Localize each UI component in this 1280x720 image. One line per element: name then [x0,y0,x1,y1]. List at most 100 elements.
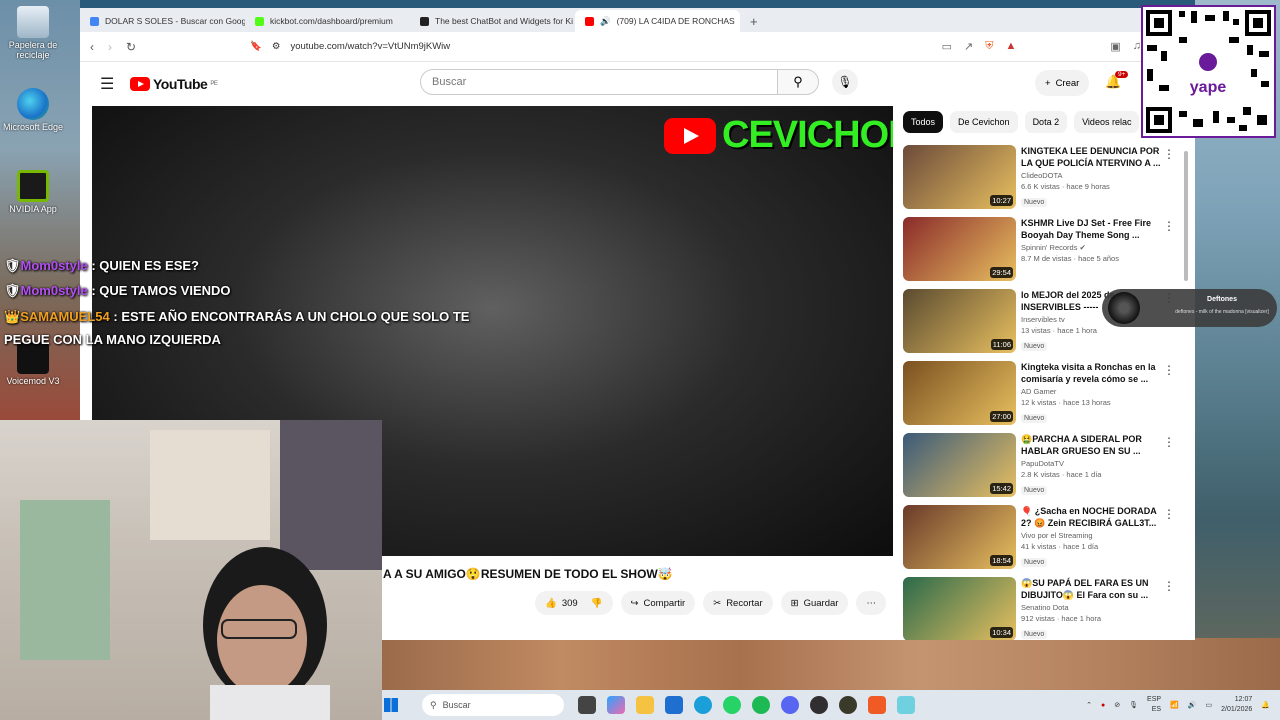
youtube-play-icon [130,77,150,91]
save-button[interactable]: ⊞ Guardar [780,591,849,615]
video-title[interactable]: KINGTEKA LEE DENUNCIA POR LA QUE POLICÍA… [1021,145,1161,169]
task-view-icon[interactable] [578,696,596,714]
channel-name[interactable]: AD Gamer [1021,387,1161,396]
youtube-logo[interactable]: YouTube PE [130,76,218,92]
search-button[interactable]: ⚲ [777,69,819,95]
recommendation-item[interactable]: 18:54 🎈 ¿Sacha en NOCHE DORADA 2? 😡 Zein … [903,505,1188,571]
channel-name[interactable]: Vivo por el Streaming [1021,531,1161,540]
url-field[interactable]: youtube.com/watch?v=VtUNm9jKWiw [290,41,450,52]
brave-rewards-icon[interactable]: ▲ [1005,40,1016,53]
channel-name[interactable]: Senatino Dota [1021,603,1161,612]
app-icon[interactable] [839,696,857,714]
scrollbar-thumb[interactable] [1184,151,1188,281]
new-badge: Nuevo [1021,414,1048,423]
forward-icon[interactable]: › [108,40,112,54]
desktop-icon-edge[interactable]: Microsoft Edge [0,88,66,132]
channel-watermark: CEVICHON [664,114,893,157]
discord-icon[interactable] [781,696,799,714]
volume-icon[interactable]: 🔊 [1188,701,1197,709]
more-options-icon[interactable]: ⋮ [1163,507,1175,521]
chip-all[interactable]: Todos [903,111,944,133]
clock[interactable]: 12:07 2/01/2026 [1221,695,1252,715]
more-options-icon[interactable]: ⋮ [1163,219,1175,233]
channel-name[interactable]: Spinnin' Records ✔ [1021,243,1161,252]
recommendation-item[interactable]: 29:54 KSHMR Live DJ Set - Free Fire Booya… [903,217,1188,283]
video-title[interactable]: 😱SU PAPÁ DEL FARA ES UN DIBUJITO😱 El Far… [1021,577,1161,601]
more-options-icon[interactable]: ⋮ [1163,147,1175,161]
scrollbar[interactable] [1182,146,1190,636]
channel-name[interactable]: ClideoDOTA [1021,171,1161,180]
wallet-icon[interactable]: ▣ [1110,40,1120,53]
site-info-icon[interactable]: ⚙ [272,41,281,52]
tab-kickbot[interactable]: kickbot.com/dashboard/premium [245,10,410,32]
wifi-icon[interactable]: 📶 [1170,701,1179,709]
hamburger-menu-icon[interactable]: ☰ [100,74,116,94]
security-icon[interactable]: ● [1101,702,1105,709]
desktop-icon-nvidia[interactable]: NVIDIA App [0,170,66,214]
more-options-icon[interactable]: ⋮ [1163,363,1175,377]
video-thumbnail[interactable]: 27:00 [903,361,1016,425]
create-button[interactable]: + Crear [1035,70,1090,96]
logo-text: YouTube [153,76,208,92]
language-indicator[interactable]: ESP ES [1147,695,1161,715]
chip-related[interactable]: Videos relac [1074,111,1140,133]
tab-chatbot[interactable]: The best ChatBot and Widgets for Ki [410,10,575,32]
qr-pattern: yape [1146,10,1271,133]
more-actions-button[interactable]: ⋯ [856,591,886,615]
video-title[interactable]: Kingteka visita a Ronchas en la comisarí… [1021,361,1161,385]
reload-icon[interactable]: ↻ [126,40,136,54]
notepad-icon[interactable] [897,696,915,714]
brave-icon[interactable] [868,696,886,714]
chip-dota[interactable]: Dota 2 [1024,111,1068,133]
store-icon[interactable] [665,696,683,714]
bookmark-icon[interactable]: 🔖 [250,41,262,52]
notification-center-icon[interactable]: 🔔 [1261,701,1270,709]
video-title[interactable]: KSHMR Live DJ Set - Free Fire Booyah Day… [1021,217,1161,241]
more-options-icon[interactable]: ⋮ [1163,579,1175,593]
like-button[interactable]: 👍 309 👎 [535,591,613,615]
recommendation-item[interactable]: 10:27 KINGTEKA LEE DENUNCIA POR LA QUE PO… [903,145,1188,211]
more-options-icon[interactable]: ⋮ [1163,435,1175,449]
mic-tray-icon[interactable]: 🎙 [1129,701,1138,709]
tab-google[interactable]: DOLAR S SOLES - Buscar con Google [80,10,245,32]
channel-name[interactable]: PapuDotaTV [1021,459,1161,468]
voice-search-button[interactable]: 🎙 [832,69,858,95]
new-tab-button[interactable]: + [740,10,768,32]
whatsapp-icon[interactable] [723,696,741,714]
edge-taskbar-icon[interactable] [694,696,712,714]
desktop-icon-recycle-bin[interactable]: Papelera de reciclaje [0,6,66,60]
spotify-icon[interactable] [752,696,770,714]
search-input[interactable]: Buscar [420,69,778,95]
back-icon[interactable]: ‹ [90,40,94,54]
video-thumbnail[interactable]: 10:27 [903,145,1016,209]
video-meta: 6.6 K vistas · hace 9 horas [1021,182,1110,191]
file-explorer-icon[interactable] [636,696,654,714]
copilot-icon[interactable] [607,696,625,714]
recommendation-item[interactable]: 10:34 😱SU PAPÁ DEL FARA ES UN DIBUJITO😱 E… [903,577,1188,640]
share-icon[interactable]: ↗ [964,40,973,53]
video-title[interactable]: 🎈 ¿Sacha en NOCHE DORADA 2? 😡 Zein RECIB… [1021,505,1161,529]
video-thumbnail[interactable]: 18:54 [903,505,1016,569]
video-thumbnail[interactable]: 29:54 [903,217,1016,281]
clip-button[interactable]: ✂ Recortar [703,591,773,615]
obs-icon[interactable] [810,696,828,714]
chevron-up-icon[interactable]: ⌃ [1086,701,1092,709]
video-thumbnail[interactable]: 15:42 [903,433,1016,497]
battery-icon[interactable]: ▭ [1206,701,1213,709]
video-thumbnail[interactable]: 11:06 [903,289,1016,353]
video-title[interactable]: 🤮PARCHA A SIDERAL POR HABLAR GRUESO EN S… [1021,433,1161,457]
brave-shield-icon[interactable]: ⛨ [985,40,993,53]
music-icon[interactable]: ♫ [1133,40,1141,53]
share-button[interactable]: ↪ Compartir [620,591,696,615]
recommendation-item[interactable]: 27:00 Kingteka visita a Ronchas en la com… [903,361,1188,427]
dislike-icon[interactable]: 👎 [591,598,603,609]
recommendation-item[interactable]: 15:42 🤮PARCHA A SIDERAL POR HABLAR GRUESO… [903,433,1188,499]
tab-youtube[interactable]: 🔊(709) LA C4IDA DE RONCHAS✕ [575,10,740,32]
windows-start-icon[interactable] [384,698,398,712]
chip-channel[interactable]: De Cevichon [950,111,1018,133]
cast-icon[interactable]: ▭ [942,40,952,53]
notifications-button[interactable]: 🔔 9+ [1105,71,1129,90]
taskbar-search[interactable]: ⚲ Buscar [422,694,564,716]
video-thumbnail[interactable]: 10:34 [903,577,1016,640]
network-off-icon[interactable]: ⊘ [1114,701,1120,709]
